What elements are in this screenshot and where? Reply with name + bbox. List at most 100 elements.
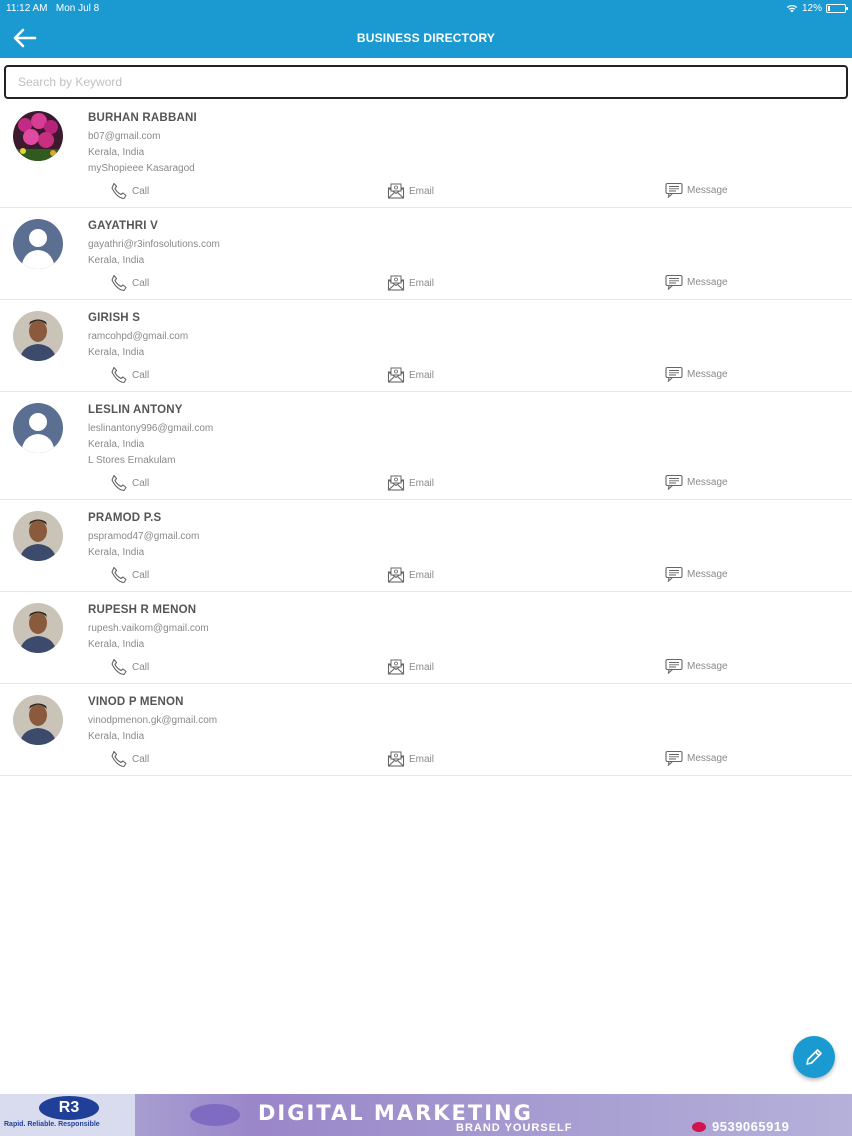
contact-name: BURHAN RABBANI [88,112,197,124]
avatar [13,403,63,453]
contact-actions: Call Email Message [0,361,852,391]
call-label: Call [132,661,150,673]
envelope-icon [387,566,405,584]
contact-email: gayathri@r3infosolutions.com [88,239,220,250]
contact-card[interactable]: PRAMOD P.S pspramod47@gmail.com Kerala, In… [0,500,852,592]
message-label: Message [687,476,728,488]
message-label: Message [687,752,728,764]
banner-tagline: BRAND YOURSELF [456,1122,573,1134]
contact-card[interactable]: GIRISH S ramcohpd@gmail.com Kerala, India C… [0,300,852,392]
phone-icon [110,474,128,492]
call-label: Call [132,277,150,289]
message-button[interactable]: Message [665,366,728,382]
message-label: Message [687,568,728,580]
message-button[interactable]: Message [665,658,728,674]
phone-icon [110,750,128,768]
email-button[interactable]: Email [387,366,434,384]
contact-email: b07@gmail.com [88,131,161,142]
contact-card[interactable]: GAYATHRI V gayathri@r3infosolutions.com Ke… [0,208,852,300]
chat-bubble-icon [665,474,683,490]
email-label: Email [409,477,435,489]
call-button[interactable]: Call [110,474,149,492]
contact-name: GAYATHRI V [88,220,158,232]
contact-location: Kerala, India [88,731,145,742]
contact-location: Kerala, India [88,639,145,650]
contact-list: BURHAN RABBANI b07@gmail.com Kerala, India… [0,100,852,776]
email-button[interactable]: Email [387,750,434,768]
message-label: Message [687,368,728,380]
phone-icon [692,1121,706,1132]
message-button[interactable]: Message [665,750,728,766]
avatar [13,311,63,361]
contact-name: GIRISH S [88,312,141,324]
chat-bubble-icon [665,182,683,198]
avatar [13,219,63,269]
message-button[interactable]: Message [665,474,728,490]
call-button[interactable]: Call [110,182,149,200]
pencil-icon [806,1049,822,1065]
search-input[interactable] [6,67,846,97]
edit-button[interactable] [793,1036,835,1078]
contact-card[interactable]: VINOD P MENON vinodpmenon.gk@gmail.com Ker… [0,684,852,776]
contact-business: L Stores Ernakulam [88,455,176,466]
email-label: Email [409,277,435,289]
call-button[interactable]: Call [110,750,149,768]
email-button[interactable]: Email [387,566,434,584]
message-button[interactable]: Message [665,274,728,290]
email-button[interactable]: Email [387,274,434,292]
message-label: Message [687,276,728,288]
message-label: Message [687,184,728,196]
email-label: Email [409,369,435,381]
status-time: 11:12 AM Mon Jul 8 [6,3,100,14]
call-button[interactable]: Call [110,566,149,584]
battery-percent: 12% [801,3,822,14]
envelope-icon [387,474,405,492]
email-button[interactable]: Email [387,658,434,676]
envelope-icon [387,366,405,384]
logo-subtitle: Rapid. Reliable. Responsible [4,1121,100,1128]
message-button[interactable]: Message [665,182,728,198]
contact-business: myShopieee Kasaragod [88,163,195,174]
call-label: Call [132,569,150,581]
avatar [13,511,63,561]
call-label: Call [132,753,150,765]
envelope-icon [387,658,405,676]
contact-email: pspramod47@gmail.com [88,531,200,542]
contact-name: VINOD P MENON [88,696,184,708]
call-label: Call [132,185,150,197]
contact-card[interactable]: LESLIN ANTONY leslinantony996@gmail.com Ke… [0,392,852,500]
phone-icon [110,658,128,676]
contact-email: rupesh.vaikom@gmail.com [88,623,209,634]
phone-icon [110,274,128,292]
contact-card[interactable]: BURHAN RABBANI b07@gmail.com Kerala, India… [0,100,852,208]
wifi-icon [786,5,798,13]
contact-location: Kerala, India [88,255,145,266]
avatar [13,695,63,745]
battery-icon [826,4,848,13]
message-button[interactable]: Message [665,566,728,582]
contact-actions: Call Email Message [0,177,852,207]
contact-actions: Call Email Message [0,269,852,299]
contact-name: PRAMOD P.S [88,512,162,524]
status-bar: 11:12 AM Mon Jul 8 12% [0,0,852,18]
chat-bubble-icon [665,274,683,290]
envelope-icon [387,182,405,200]
call-button[interactable]: Call [110,658,149,676]
contact-info: RUPESH R MENON rupesh.vaikom@gmail.com Ker… [0,592,852,653]
phone-icon [110,182,128,200]
contact-card[interactable]: RUPESH R MENON rupesh.vaikom@gmail.com Ker… [0,592,852,684]
call-button[interactable]: Call [110,274,149,292]
ad-banner[interactable]: R3 Rapid. Reliable. Responsible DIGITAL … [0,1094,852,1136]
call-button[interactable]: Call [110,366,149,384]
email-label: Email [409,569,435,581]
email-button[interactable]: Email [387,474,434,492]
chat-bubble-icon [665,658,683,674]
status-right: 12% [786,3,848,14]
contact-name: LESLIN ANTONY [88,404,183,416]
banner-logo: R3 Rapid. Reliable. Responsible [0,1094,135,1136]
email-button[interactable]: Email [387,182,434,200]
call-label: Call [132,369,150,381]
search-box[interactable] [4,65,848,99]
header: BUSINESS DIRECTORY [0,18,852,58]
contact-location: Kerala, India [88,439,145,450]
